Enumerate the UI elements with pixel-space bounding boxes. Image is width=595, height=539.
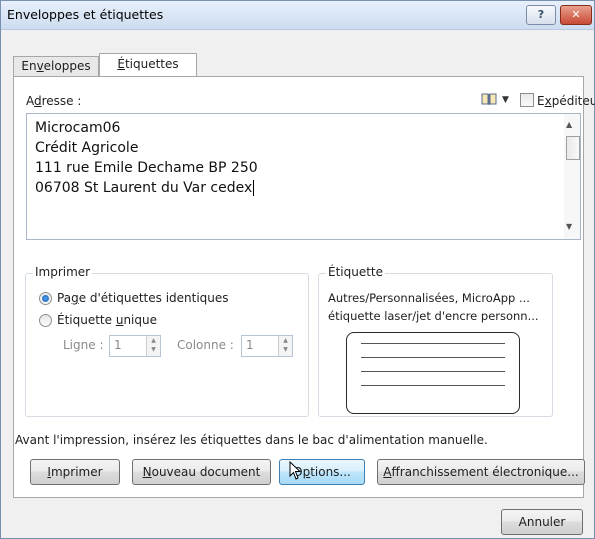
window-title: Enveloppes et étiquettes [7, 7, 164, 22]
electronic-postage-button[interactable]: Affranchissement électronique... [377, 459, 585, 485]
address-label: Adresse : [26, 94, 82, 108]
radio-identical-labels-label[interactable]: Page d'étiquettes identiques [57, 291, 229, 305]
column-label: Colonne : [177, 338, 234, 352]
sender-checkbox[interactable] [520, 93, 534, 107]
help-button[interactable]: ? [526, 5, 556, 25]
scroll-down-icon[interactable]: ▼ [566, 222, 572, 231]
sender-checkbox-label[interactable]: Expéditeur [537, 94, 595, 108]
print-button[interactable]: Imprimer [30, 459, 120, 485]
address-scrollbar[interactable]: ▲ ▼ [564, 114, 580, 239]
radio-identical-labels[interactable] [39, 292, 52, 305]
cancel-button[interactable]: Annuler [501, 509, 583, 535]
radio-single-label[interactable] [39, 314, 52, 327]
mouse-pointer-icon [289, 461, 302, 480]
address-line: Crédit Agricole [35, 140, 139, 156]
label-type-line2[interactable]: étiquette laser/jet d'encre personn... [328, 309, 539, 323]
title-bar: Enveloppes et étiquettes ? ✕ [1, 1, 594, 30]
row-spinner[interactable]: 1 ▲ ▼ [109, 335, 161, 357]
label-preview-icon[interactable] [346, 332, 520, 414]
column-spinner[interactable]: 1 ▲ ▼ [241, 335, 293, 357]
spin-arrows-icon[interactable]: ▲ ▼ [146, 336, 160, 356]
label-type-line1[interactable]: Autres/Personnalisées, MicroApp ... [328, 291, 530, 305]
tab-envelopes[interactable]: Enveloppes [13, 56, 99, 76]
row-value: 1 [114, 338, 122, 352]
address-book-icon[interactable] [481, 93, 497, 106]
envelopes-labels-dialog: Enveloppes et étiquettes ? ✕ Enveloppes … [0, 0, 595, 539]
print-group-title: Imprimer [33, 265, 93, 279]
spin-arrows-icon[interactable]: ▲ ▼ [278, 336, 292, 356]
radio-single-label-label[interactable]: Étiquette unique [57, 313, 157, 327]
chevron-down-icon[interactable]: ▼ [502, 95, 509, 105]
new-document-button[interactable]: Nouveau document [132, 459, 271, 485]
address-line: Microcam06 [35, 120, 121, 136]
scroll-up-icon[interactable]: ▲ [566, 120, 572, 129]
text-caret [253, 180, 255, 196]
instruction-text: Avant l'impression, insérez les étiquett… [15, 433, 488, 447]
address-line: 06708 St Laurent du Var cedex [35, 180, 255, 196]
scroll-thumb[interactable] [566, 136, 580, 160]
label-group-title: Étiquette [326, 265, 386, 279]
address-textarea[interactable]: Microcam06 Crédit Agricole 111 rue Emile… [26, 113, 581, 240]
column-value: 1 [246, 338, 254, 352]
address-line: 111 rue Emile Dechame BP 250 [35, 160, 258, 176]
close-button[interactable]: ✕ [560, 5, 592, 25]
row-label: Ligne : [63, 338, 104, 352]
tab-labels[interactable]: Étiquettes [99, 53, 197, 77]
